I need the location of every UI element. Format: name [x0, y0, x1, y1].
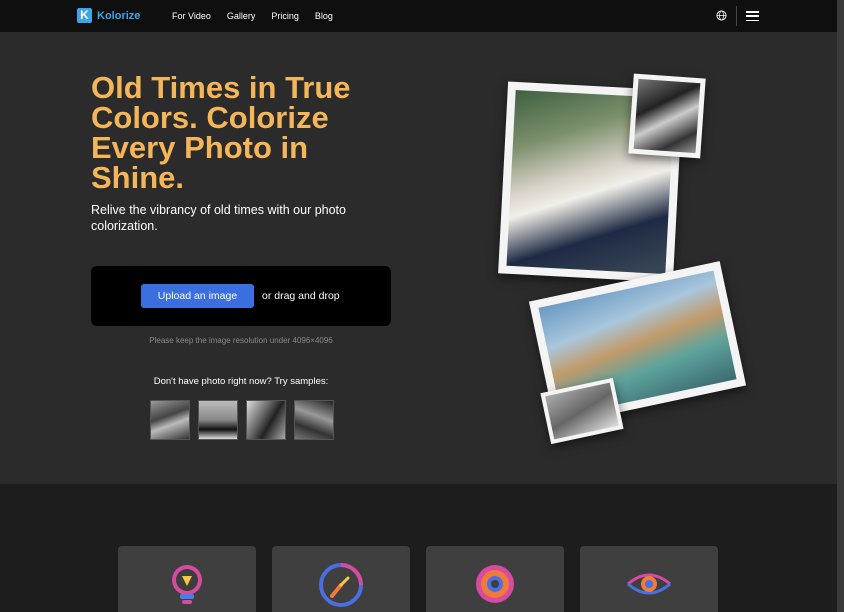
drag-drop-text: or drag and drop [262, 290, 340, 302]
hamburger-menu-icon[interactable] [746, 11, 759, 21]
logo-mark: K [77, 8, 92, 23]
nav-links: For Video Gallery Pricing Blog [172, 11, 333, 21]
sample-image[interactable] [294, 400, 334, 440]
hero-title: Old Times in True Colors. Colorize Every… [91, 70, 351, 195]
upload-image-button[interactable]: Upload an image [141, 284, 254, 308]
features-section [0, 484, 837, 612]
feature-card [580, 546, 718, 612]
nav-link-blog[interactable]: Blog [315, 11, 333, 21]
logo[interactable]: K Kolorize [77, 8, 140, 23]
gear-icon [476, 565, 514, 603]
sample-images [150, 400, 334, 440]
nav-link-pricing[interactable]: Pricing [271, 11, 299, 21]
nav-link-gallery[interactable]: Gallery [227, 11, 256, 21]
samples-title: Don't have photo right now? Try samples: [153, 376, 329, 387]
wedding-photo-bw [628, 73, 706, 159]
navbar: K Kolorize For Video Gallery Pricing Blo… [0, 0, 837, 32]
feature-card [272, 546, 410, 612]
resolution-note: Please keep the image resolution under 4… [149, 336, 333, 345]
lightbulb-icon [172, 565, 202, 604]
globe-icon[interactable] [716, 10, 727, 21]
scrollbar[interactable] [837, 0, 844, 612]
sample-image[interactable] [198, 400, 238, 440]
logo-text: Kolorize [97, 9, 141, 22]
upload-dropzone[interactable]: Upload an image or drag and drop [91, 266, 391, 326]
eye-icon [627, 573, 671, 595]
nav-divider [736, 6, 737, 26]
hero-subtitle: Relive the vibrancy of old times with ou… [91, 203, 346, 233]
nav-link-for-video[interactable]: For Video [172, 11, 211, 21]
sample-image[interactable] [246, 400, 286, 440]
timer-icon [319, 563, 363, 607]
feature-card [118, 546, 256, 612]
sample-image[interactable] [150, 400, 190, 440]
feature-card [426, 546, 564, 612]
